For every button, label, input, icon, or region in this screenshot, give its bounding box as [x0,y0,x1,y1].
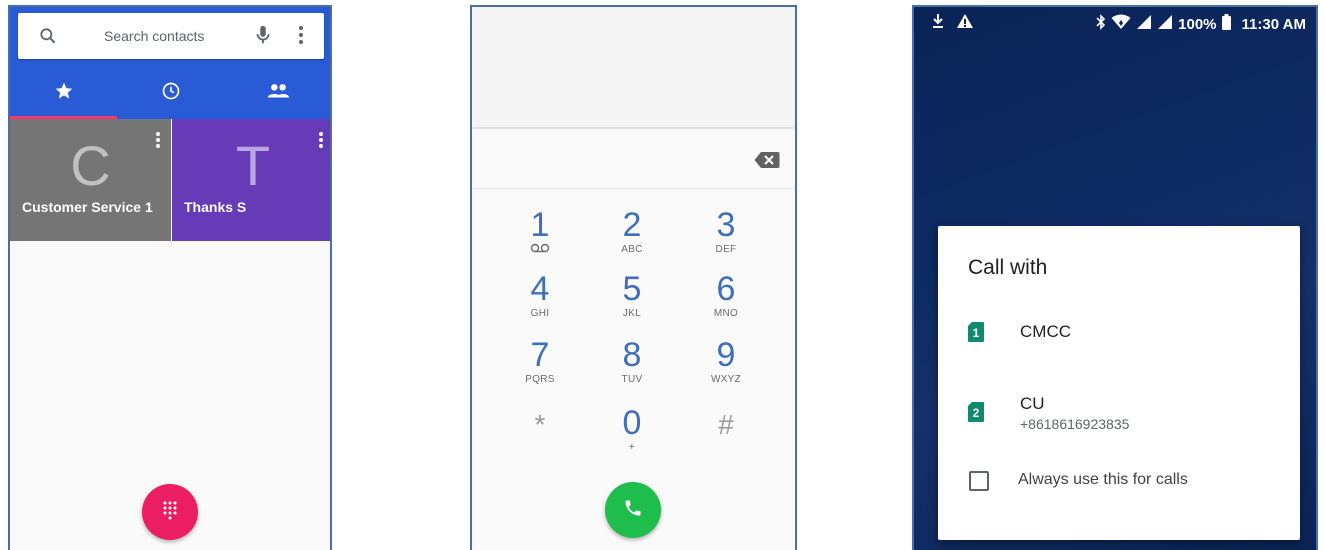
dialer-top-area [472,7,795,127]
key-digit: 6 [716,270,736,308]
sim-card-icon: 1 [968,322,984,342]
always-use-checkbox[interactable] [969,471,989,491]
battery-percent: 100% [1178,15,1217,33]
key-letters: PQRS [525,374,555,385]
dial-key-9[interactable]: 9 WXYZ [678,337,774,401]
dial-key-star[interactable]: * [492,407,588,471]
key-letters: TUV [621,374,643,385]
key-letters: + [628,442,636,453]
status-left-icons [932,13,974,34]
status-right-icons: 100% 11:30 AM [1096,14,1306,34]
key-letters: MNO [713,308,739,319]
dialog-title: Call with [968,256,1048,279]
tab-favorites[interactable] [10,69,117,119]
dial-key-4[interactable]: 4 GHI [492,271,588,335]
sim-slot-number: 1 [973,326,980,340]
more-options-icon[interactable] [155,131,161,154]
contact-initial: T [235,134,271,197]
more-options-icon[interactable] [298,25,304,50]
dial-key-0[interactable]: 0 + [584,405,680,469]
clock-icon [161,81,181,106]
sim-option-1[interactable]: 1 CMCC [968,322,1071,342]
key-letters: ABC [621,244,643,255]
dial-key-6[interactable]: 6 MNO [678,271,774,335]
microphone-icon[interactable] [254,24,272,51]
search-bar[interactable]: Search contacts [18,13,324,59]
clock-time: 11:30 AM [1241,15,1306,33]
key-digit: # [718,409,734,440]
wifi-icon [1111,14,1131,34]
digits-field[interactable] [472,129,795,189]
dial-key-5[interactable]: 5 JKL [584,271,680,335]
voicemail-icon [492,243,588,258]
signal-icon [1136,14,1152,34]
tab-recents[interactable] [117,69,224,117]
bluetooth-icon [1096,14,1106,34]
call-with-screen: 100% 11:30 AM Call with 1 CMCC 2 CU +861… [912,5,1318,550]
dialpad-icon [162,500,178,525]
call-button[interactable] [605,482,661,538]
contact-name: Customer Service 1 [22,199,153,215]
tab-bar [10,69,330,119]
contact-initial: C [70,134,111,197]
key-digit: 1 [530,206,550,244]
contacts-screen: Search contacts C Customer Service 1 T T… [8,5,332,550]
key-letters: GHI [530,308,550,319]
dial-key-2[interactable]: 2 ABC [584,207,680,271]
key-digit: 0 [622,404,642,442]
tab-contacts[interactable] [224,69,330,117]
key-digit: 9 [716,336,736,374]
sim-option-2[interactable]: 2 CU +8618616923835 [968,394,1129,432]
signal-icon [1157,14,1173,34]
call-with-dialog: Call with 1 CMCC 2 CU +8618616923835 Alw… [938,226,1300,540]
download-icon [932,13,944,34]
contact-name: Thanks S [184,199,247,215]
backspace-icon[interactable] [754,151,780,174]
favorite-contact-tile[interactable]: T Thanks S [172,119,330,241]
dialpad-screen: 1 2 ABC 3 DEF 4 GHI 5 JKL 6 MNO 7 PQRS 8… [470,5,797,550]
sim-card-icon: 2 [968,402,984,422]
key-digit: 8 [622,336,642,374]
favorite-contact-tile[interactable]: C Customer Service 1 [10,119,171,241]
sim-carrier-name: CU [1020,394,1045,413]
more-options-icon[interactable] [318,131,324,154]
always-use-label[interactable]: Always use this for calls [1018,471,1188,489]
phone-icon [623,498,643,523]
key-digit: * [534,409,546,440]
dial-key-3[interactable]: 3 DEF [678,207,774,271]
sim-slot-number: 2 [973,406,980,420]
star-icon [54,81,74,106]
search-placeholder[interactable]: Search contacts [104,28,204,44]
key-letters: JKL [622,308,642,319]
battery-icon [1221,14,1231,34]
key-letters: WXYZ [710,374,742,385]
dialpad-fab-button[interactable] [142,484,198,540]
people-icon [266,82,290,105]
status-bar: 100% 11:30 AM [914,7,1316,41]
sim-carrier-name: CMCC [1020,322,1071,341]
search-icon[interactable] [38,26,58,51]
key-letters: DEF [715,244,737,255]
key-digit: 3 [716,206,736,244]
dial-key-pound[interactable]: # [678,407,774,471]
warning-icon [956,13,974,34]
dial-key-1[interactable]: 1 [492,207,588,271]
dial-key-7[interactable]: 7 PQRS [492,337,588,401]
dial-key-8[interactable]: 8 TUV [584,337,680,401]
key-digit: 5 [622,270,642,308]
key-digit: 2 [622,206,642,244]
key-digit: 7 [530,336,550,374]
sim-phone-number: +8618616923835 [1020,416,1130,432]
contacts-header: Search contacts [10,7,330,119]
key-digit: 4 [530,270,550,308]
